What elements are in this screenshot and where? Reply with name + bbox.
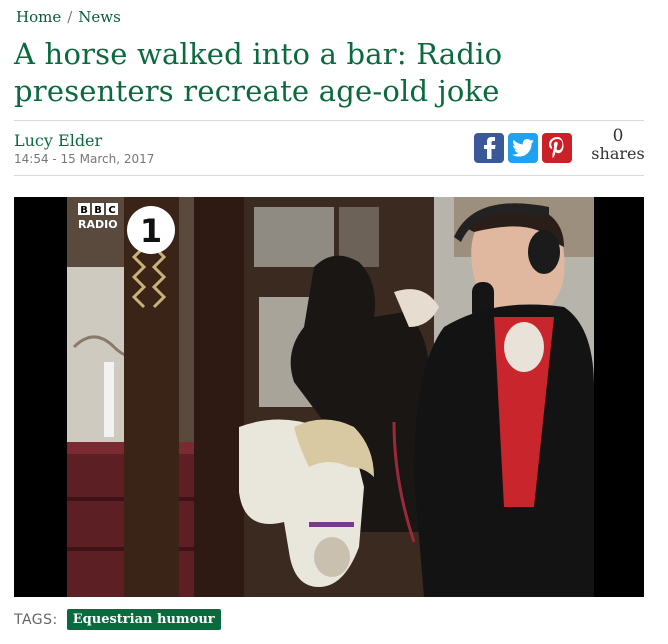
- tags-section: TAGS: Equestrian humour: [14, 609, 221, 630]
- share-buttons: [474, 133, 572, 163]
- twitter-icon: [512, 139, 534, 157]
- pinterest-share-button[interactable]: [542, 133, 572, 163]
- share-count-number: 0: [612, 126, 624, 146]
- share-count: 0 shares: [590, 126, 646, 163]
- breadcrumb-separator: /: [67, 8, 73, 26]
- bbc-letter-c: C: [108, 205, 115, 216]
- bbc-letter-b2: B: [94, 205, 102, 216]
- author-link[interactable]: Lucy Elder: [14, 131, 102, 150]
- publish-date: 14:54 - 15 March, 2017: [14, 152, 155, 166]
- radio1-number: 1: [140, 212, 162, 250]
- twitter-share-button[interactable]: [508, 133, 538, 163]
- facebook-share-button[interactable]: [474, 133, 504, 163]
- tag-link[interactable]: Equestrian humour: [66, 609, 221, 630]
- video-player[interactable]: B B C RADIO 1: [14, 197, 644, 597]
- article-headline: A horse walked into a bar: Radio present…: [14, 37, 503, 108]
- video-frame: B B C RADIO 1: [14, 197, 644, 597]
- breadcrumb: Home / News: [16, 8, 121, 26]
- share-count-label: shares: [591, 144, 645, 163]
- divider-bottom: [14, 175, 644, 176]
- bbc-letter-b1: B: [80, 205, 88, 216]
- tags-label: TAGS:: [14, 611, 58, 628]
- bbc-radio-label: RADIO: [78, 218, 118, 231]
- breadcrumb-news-link[interactable]: News: [78, 8, 121, 26]
- facebook-icon: [484, 137, 496, 159]
- pinterest-icon: [549, 137, 564, 158]
- breadcrumb-home-link[interactable]: Home: [16, 8, 61, 26]
- divider-top: [14, 120, 644, 121]
